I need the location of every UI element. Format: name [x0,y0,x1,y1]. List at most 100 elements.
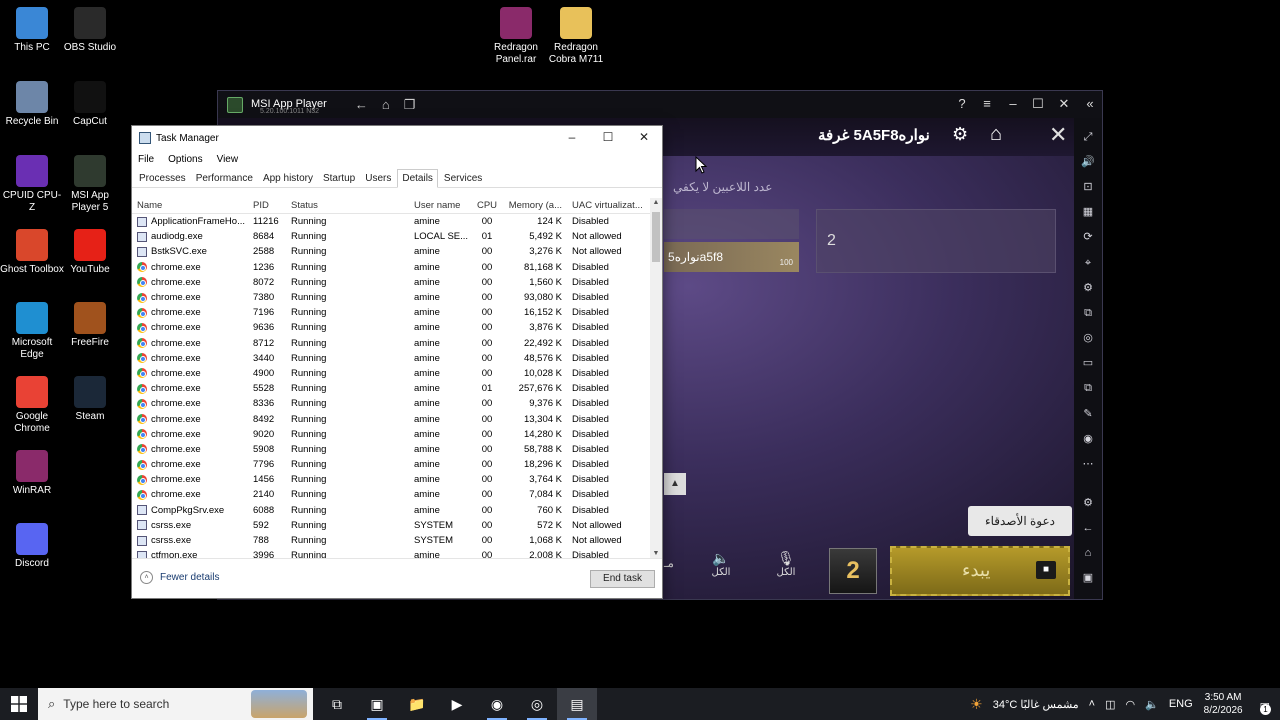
start-button[interactable]: يبدء ■ [890,546,1070,596]
desktop-icon[interactable]: Discord [0,523,64,570]
mic-toggle[interactable]: 🎙 الكل [771,550,801,578]
msi-titlebar[interactable]: MSI App Player 5.20.100.1011 N32 ← ⌂ ❐ ?… [218,91,1102,118]
table-row[interactable]: chrome.exe 3440 Running amine 00 48,576 K Disa… [132,351,650,366]
column-header[interactable]: CPU [470,200,504,211]
end-task-button[interactable]: End task [590,570,655,588]
tab-performance[interactable]: Performance [192,170,257,187]
tab-users[interactable]: Users [361,170,395,187]
task-manager-titlebar[interactable]: Task Manager – ☐ ✕ [132,126,662,150]
table-row[interactable]: CompPkgSrv.exe 6088 Running amine 00 760 K Dis… [132,503,650,518]
sidebar-tool-icon[interactable]: ⧉ [1079,304,1097,322]
fewer-details-button[interactable]: ˄ Fewer details [140,571,219,584]
notification-icon[interactable]: ▭1 [1260,698,1271,715]
sidebar-tool-icon[interactable]: ▭ [1079,354,1097,372]
close-button[interactable]: ✕ [634,130,654,144]
taskbar-obs-button[interactable]: ◎ [517,688,557,720]
table-row[interactable]: chrome.exe 8712 Running amine 00 22,492 K Disa… [132,336,650,351]
scroll-down-arrow-icon[interactable]: ▼ [650,550,662,557]
sidebar-nav-icon[interactable]: ⚙ [1079,494,1097,512]
sidebar-tool-icon[interactable]: ⊡ [1079,178,1097,196]
table-row[interactable]: chrome.exe 2140 Running amine 00 7,084 K Disab… [132,487,650,502]
table-row[interactable]: chrome.exe 7380 Running amine 00 93,080 K Disa… [132,290,650,305]
table-row[interactable]: ctfmon.exe 3996 Running amine 00 2,008 K Disab… [132,548,650,558]
wifi-icon[interactable]: ◠ [1126,698,1136,711]
desktop-icon[interactable]: MSI App Player 5 [58,155,122,214]
table-row[interactable]: chrome.exe 8072 Running amine 00 1,560 K Disab… [132,275,650,290]
desktop-icon[interactable]: Redragon Cobra M711 [544,7,608,66]
sidebar-nav-icon[interactable]: ← [1079,519,1097,537]
mode-badge-icon[interactable]: 2 [829,548,877,594]
menu-item[interactable]: File [138,154,154,165]
desktop-icon[interactable]: This PC [0,7,64,54]
desktop-icon[interactable]: Google Chrome [0,376,64,435]
desktop-icon[interactable]: CPUID CPU-Z [0,155,64,214]
clock[interactable]: 3:50 AM 8/2/2026 [1204,691,1243,717]
home-icon[interactable]: ⌂ [382,97,390,112]
table-row[interactable]: chrome.exe 9636 Running amine 00 3,876 K Disab… [132,320,650,335]
sidebar-tool-icon[interactable]: ✎ [1079,405,1097,423]
sidebar-tool-icon[interactable]: ◉ [1079,430,1097,448]
table-row[interactable]: chrome.exe 4900 Running amine 00 10,028 K Disa… [132,366,650,381]
speaker-toggle[interactable]: 🔈 الكل [706,550,736,578]
player-card[interactable]: نواره5a5f8 100 [664,242,799,272]
vertical-scrollbar[interactable]: ▲ ▼ [650,198,662,558]
tab-services[interactable]: Services [440,170,486,187]
column-header[interactable]: Name [132,200,249,211]
table-row[interactable]: chrome.exe 7796 Running amine 00 18,296 K Disa… [132,457,650,472]
language-indicator[interactable]: ENG [1169,698,1193,710]
table-row[interactable]: chrome.exe 7196 Running amine 00 16,152 K Disa… [132,305,650,320]
column-header[interactable]: Memory (a... [504,200,566,211]
settings-icon[interactable]: ⚙ [952,124,968,145]
taskbar-youtube-button[interactable]: ▶ [437,688,477,720]
menu-icon[interactable]: ≡ [978,96,996,111]
maximize-button[interactable]: ☐ [598,130,618,144]
scroll-up-button[interactable]: ▲ [664,473,686,495]
column-header[interactable]: UAC virtualizat... [566,200,648,211]
sidebar-tool-icon[interactable]: 🔊 [1079,153,1097,171]
desktop-icon[interactable]: OBS Studio [58,7,122,54]
taskbar-msi-app-player-button[interactable]: ▣ [357,688,397,720]
table-row[interactable]: chrome.exe 8336 Running amine 00 9,376 K Disab… [132,396,650,411]
minimize-button[interactable]: – [1004,96,1022,111]
collapse-sidebar-icon[interactable]: « [1081,96,1099,111]
menu-item[interactable]: View [217,154,239,165]
tab-app-history[interactable]: App history [259,170,317,187]
player-slot-1[interactable] [664,209,799,239]
sidebar-tool-icon[interactable]: ⟳ [1079,228,1097,246]
sidebar-tool-icon[interactable]: ⌖ [1079,254,1097,272]
task-manager-window[interactable]: Task Manager – ☐ ✕ File Options View Proce… [131,125,663,599]
table-row[interactable]: csrss.exe 788 Running SYSTEM 00 1,068 K Not al… [132,533,650,548]
sidebar-nav-icon[interactable]: ▣ [1079,569,1097,587]
desktop-icon[interactable]: FreeFire [58,302,122,349]
scroll-up-arrow-icon[interactable]: ▲ [650,199,662,206]
home-icon[interactable]: ⌂ [990,123,1002,146]
desktop-icon[interactable]: YouTube [58,229,122,276]
taskbar-task-manager-button[interactable]: ▤ [557,688,597,720]
help-icon[interactable]: ? [953,96,971,111]
sidebar-tool-icon[interactable]: ◎ [1079,329,1097,347]
network-icon[interactable]: ◫ [1105,698,1115,711]
table-row[interactable]: BstkSVC.exe 2588 Running amine 00 3,276 K Not … [132,244,650,259]
desktop-icon[interactable]: WinRAR [0,450,64,497]
maximize-button[interactable]: ☐ [1029,96,1047,112]
multi-instance-icon[interactable]: ❐ [404,97,416,113]
table-row[interactable]: csrss.exe 592 Running SYSTEM 00 572 K Not allo… [132,518,650,533]
table-row[interactable]: chrome.exe 5528 Running amine 01 257,676 K Dis… [132,381,650,396]
taskbar-file-explorer-button[interactable]: 📁 [397,688,437,720]
sidebar-tool-icon[interactable]: ▦ [1079,203,1097,221]
taskbar-chrome-button[interactable]: ◉ [477,688,517,720]
player-slot-2[interactable]: 2 [816,209,1056,273]
sidebar-nav-icon[interactable]: ⌂ [1079,544,1097,562]
tab-processes[interactable]: Processes [135,170,190,187]
taskbar-task-view-button[interactable]: ⧉ [317,688,357,720]
desktop-icon[interactable]: CapCut [58,81,122,128]
table-row[interactable]: audiodg.exe 8684 Running LOCAL SE... 01 5,492… [132,229,650,244]
volume-icon[interactable]: 🔈 [1145,698,1159,711]
taskbar-search[interactable]: ⌕ Type here to search [38,688,313,720]
start-button[interactable] [0,688,38,720]
close-icon[interactable]: ✕ [1049,122,1067,148]
column-header[interactable]: Status [287,200,408,211]
scrollbar-thumb[interactable] [652,212,660,262]
details-table[interactable]: Name PID Status User name CPU Memory (a... UAC… [132,198,650,558]
back-icon[interactable]: ← [355,97,368,112]
